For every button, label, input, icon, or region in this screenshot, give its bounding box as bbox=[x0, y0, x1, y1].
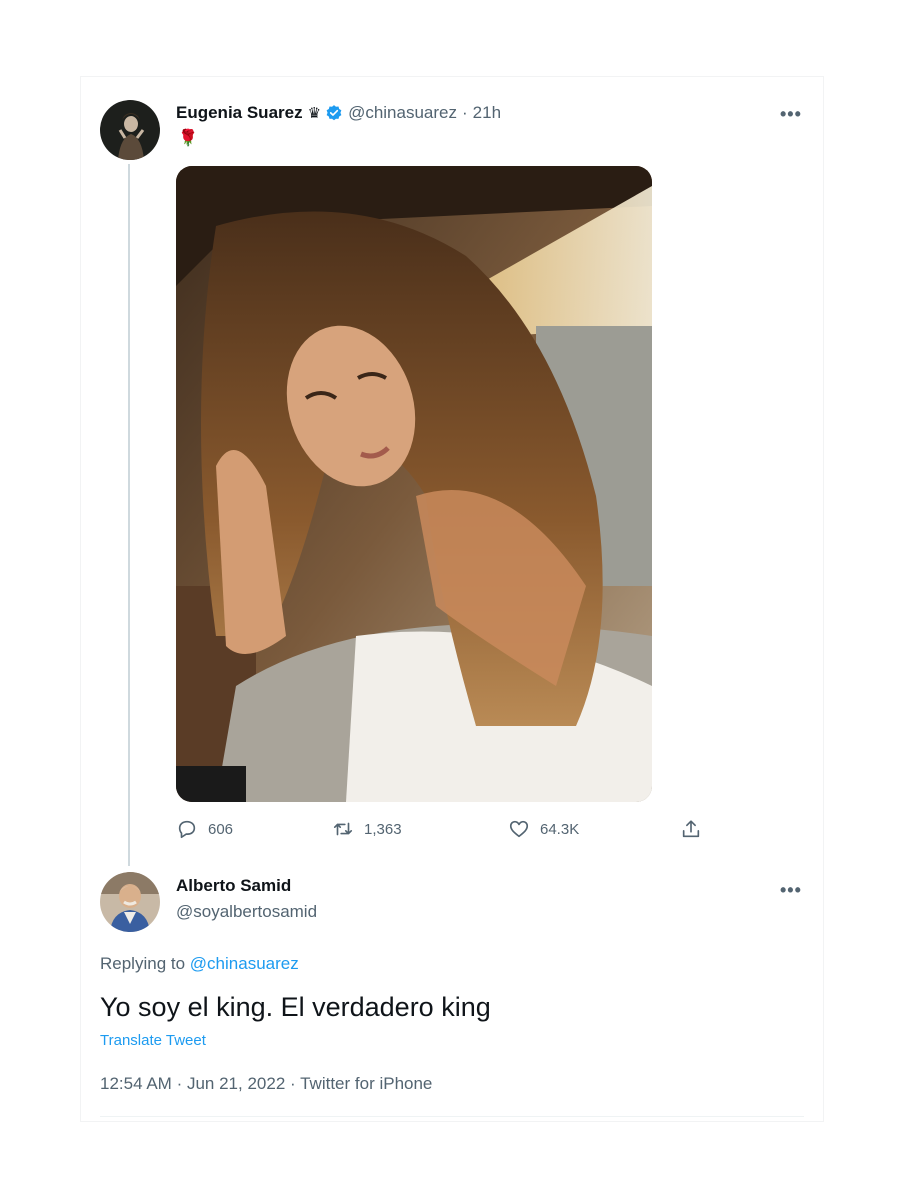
reply-date-link[interactable]: Jun 21, 2022 bbox=[187, 1074, 285, 1093]
retweet-count: 1,363 bbox=[364, 820, 402, 838]
tweet-timestamp[interactable]: 21h bbox=[473, 103, 501, 123]
heart-icon bbox=[509, 820, 529, 838]
bottom-divider bbox=[100, 1116, 804, 1117]
selfie-photo-image bbox=[176, 166, 652, 802]
like-button[interactable]: 64.3K bbox=[508, 818, 579, 840]
verified-badge-icon bbox=[326, 105, 342, 121]
replying-to-handle-link[interactable]: @chinasuarez bbox=[190, 954, 299, 973]
separator-dot: · bbox=[462, 103, 468, 122]
reply-tweet-text: Yo soy el king. El verdadero king bbox=[100, 992, 491, 1022]
share-icon bbox=[682, 820, 700, 838]
username-handle[interactable]: @chinasuarez bbox=[348, 103, 457, 123]
meta-separator-2: · bbox=[290, 1074, 296, 1093]
tweet-photo[interactable] bbox=[176, 166, 652, 802]
retweet-icon bbox=[333, 822, 353, 836]
crown-icon: ♛ bbox=[307, 105, 322, 122]
avatar-eugenia[interactable] bbox=[100, 100, 160, 160]
reply-button[interactable]: 606 bbox=[176, 818, 233, 840]
share-button[interactable] bbox=[680, 818, 702, 840]
tweet-source-link[interactable]: Twitter for iPhone bbox=[300, 1074, 432, 1093]
replying-to-line: Replying to @chinasuarez bbox=[100, 954, 299, 974]
reply-time-link[interactable]: 12:54 AM bbox=[100, 1074, 172, 1093]
tweet-header: Eugenia Suarez ♛ @chinasuarez · 21h bbox=[176, 100, 501, 126]
tweet-actions-bar: 606 1,363 64.3K bbox=[176, 818, 706, 846]
reply-username-handle[interactable]: @soyalbertosamid bbox=[176, 902, 317, 922]
reply-display-name[interactable]: Alberto Samid bbox=[176, 876, 291, 896]
avatar-alberto[interactable] bbox=[100, 872, 160, 932]
meta-separator-1: · bbox=[176, 1074, 183, 1093]
like-count: 64.3K bbox=[540, 820, 580, 838]
display-name[interactable]: Eugenia Suarez bbox=[176, 103, 303, 123]
more-options-icon[interactable]: ••• bbox=[780, 104, 802, 125]
tweet-meta-line: 12:54 AM · Jun 21, 2022 · Twitter for iP… bbox=[100, 1074, 432, 1094]
thread-connector-line bbox=[128, 164, 130, 866]
tweet-text: 🌹 bbox=[178, 130, 198, 147]
replying-to-label: Replying to bbox=[100, 954, 186, 973]
reply-count: 606 bbox=[208, 820, 234, 838]
translate-tweet-link[interactable]: Translate Tweet bbox=[100, 1032, 206, 1049]
reply-icon bbox=[178, 820, 196, 839]
reply-more-options-icon[interactable]: ••• bbox=[780, 880, 802, 901]
retweet-button[interactable]: 1,363 bbox=[332, 818, 402, 840]
